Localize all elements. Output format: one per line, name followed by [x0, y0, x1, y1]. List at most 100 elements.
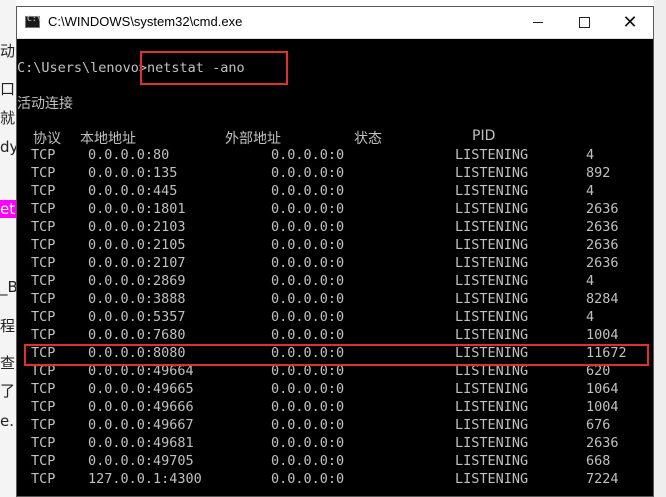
- cell-foreign: 0.0.0.0:0: [271, 417, 345, 433]
- cell-state: LISTENING: [455, 453, 529, 469]
- cell-pid: 4: [586, 273, 595, 289]
- background-text-fragment: 查: [0, 354, 16, 372]
- cell-local: 0.0.0.0:2869: [88, 273, 186, 289]
- cell-local: 0.0.0.0:135: [88, 165, 178, 181]
- cell-foreign: 0.0.0.0:0: [271, 435, 345, 451]
- cell-proto: TCP: [31, 273, 56, 289]
- table-row: TCP 0.0.0.0:49667 0.0.0.0:0 LISTENING 676: [17, 417, 653, 435]
- cell-local: 0.0.0.0:49705: [88, 453, 194, 469]
- cell-foreign: 0.0.0.0:0: [271, 219, 345, 235]
- cell-pid: 8284: [586, 291, 619, 307]
- table-row: TCP 0.0.0.0:49705 0.0.0.0:0 LISTENING 668: [17, 453, 653, 471]
- table-row: TCP 0.0.0.0:80 0.0.0.0:0 LISTENING 4: [17, 147, 653, 165]
- cell-pid: 2636: [586, 237, 619, 253]
- cell-pid: 1004: [586, 399, 619, 415]
- table-row: TCP 0.0.0.0:49681 0.0.0.0:0 LISTENING 2636: [17, 435, 653, 453]
- cell-pid: 4: [586, 147, 595, 163]
- close-button[interactable]: ✕: [607, 7, 653, 38]
- maximize-button[interactable]: [561, 7, 607, 38]
- cell-proto: TCP: [31, 381, 56, 397]
- table-row: TCP 0.0.0.0:5357 0.0.0.0:0 LISTENING 4: [17, 309, 653, 327]
- cell-pid: 1064: [586, 381, 619, 397]
- cell-pid: 676: [586, 417, 611, 433]
- command-highlight-box: [140, 51, 288, 85]
- cell-foreign: 0.0.0.0:0: [271, 147, 345, 163]
- cmd-window[interactable]: C:\ C:\WINDOWS\system32\cmd.exe ✕ C:\Use…: [16, 6, 654, 497]
- cell-pid: 7224: [586, 471, 619, 487]
- console-output[interactable]: C:\Users\lenovo>netstat -ano 活动连接 协议 本地地…: [17, 39, 653, 496]
- cell-pid: 2636: [586, 255, 619, 271]
- cell-state: LISTENING: [455, 273, 529, 289]
- minimize-button[interactable]: [515, 7, 561, 38]
- table-row: TCP 0.0.0.0:49665 0.0.0.0:0 LISTENING 1064: [17, 381, 653, 399]
- column-header-local-address: 本地地址: [80, 131, 136, 147]
- table-row: TCP 0.0.0.0:135 0.0.0.0:0 LISTENING 892: [17, 165, 653, 183]
- port-8080-highlight-box: [24, 344, 649, 366]
- cell-proto: TCP: [31, 165, 56, 181]
- cell-proto: TCP: [31, 327, 56, 343]
- cell-state: LISTENING: [455, 165, 529, 181]
- cell-foreign: 0.0.0.0:0: [271, 453, 345, 469]
- cell-proto: TCP: [31, 147, 56, 163]
- minimize-icon: [533, 22, 543, 23]
- cell-proto: TCP: [31, 435, 56, 451]
- cell-proto: TCP: [31, 255, 56, 271]
- cell-local: 0.0.0.0:1801: [88, 201, 186, 217]
- cell-state: LISTENING: [455, 417, 529, 433]
- cell-local: 0.0.0.0:49681: [88, 435, 194, 451]
- cell-foreign: 0.0.0.0:0: [271, 165, 345, 181]
- cell-proto: TCP: [31, 309, 56, 325]
- cell-state: LISTENING: [455, 237, 529, 253]
- cell-foreign: 0.0.0.0:0: [271, 183, 345, 199]
- cell-local: 127.0.0.1:4300: [88, 471, 202, 487]
- cell-pid: 4: [586, 309, 595, 325]
- table-row: TCP 127.0.0.1:4300 0.0.0.0:0 LISTENING 7224: [17, 471, 653, 489]
- cell-local: 0.0.0.0:49667: [88, 417, 194, 433]
- cell-pid: 4: [586, 183, 595, 199]
- cell-pid: 892: [586, 165, 611, 181]
- table-row: TCP 0.0.0.0:2107 0.0.0.0:0 LISTENING 2636: [17, 255, 653, 273]
- cell-foreign: 0.0.0.0:0: [271, 201, 345, 217]
- cell-state: LISTENING: [455, 255, 529, 271]
- table-row: TCP 0.0.0.0:7680 0.0.0.0:0 LISTENING 1004: [17, 327, 653, 345]
- column-header-pid: PID: [472, 128, 496, 144]
- cell-local: 0.0.0.0:2105: [88, 237, 186, 253]
- table-row: TCP 0.0.0.0:445 0.0.0.0:0 LISTENING 4: [17, 183, 653, 201]
- cell-proto: TCP: [31, 183, 56, 199]
- cell-local: 0.0.0.0:49666: [88, 399, 194, 415]
- cell-pid: 2636: [586, 435, 619, 451]
- cell-foreign: 0.0.0.0:0: [271, 471, 345, 487]
- cell-state: LISTENING: [455, 219, 529, 235]
- cell-local: 0.0.0.0:445: [88, 183, 178, 199]
- cell-local: 0.0.0.0:49665: [88, 381, 194, 397]
- column-header-protocol: 协议: [33, 131, 61, 147]
- column-header-state: 状态: [354, 131, 382, 147]
- background-text-fragment: 了: [0, 382, 16, 400]
- cell-proto: TCP: [31, 201, 56, 217]
- column-header-foreign-address: 外部地址: [225, 131, 281, 147]
- cell-proto: TCP: [31, 291, 56, 307]
- cell-local: 0.0.0.0:2103: [88, 219, 186, 235]
- background-text-fragment: 程: [0, 317, 16, 335]
- title-bar[interactable]: C:\ C:\WINDOWS\system32\cmd.exe ✕: [17, 7, 653, 39]
- cell-proto: TCP: [31, 219, 56, 235]
- cell-state: LISTENING: [455, 399, 529, 415]
- cell-state: LISTENING: [455, 381, 529, 397]
- console-app-icon[interactable]: C:\: [25, 14, 41, 28]
- cell-proto: TCP: [31, 237, 56, 253]
- cell-local: 0.0.0.0:2107: [88, 255, 186, 271]
- maximize-icon: [578, 17, 590, 28]
- cell-foreign: 0.0.0.0:0: [271, 309, 345, 325]
- cell-foreign: 0.0.0.0:0: [271, 255, 345, 271]
- window-title: C:\WINDOWS\system32\cmd.exe: [48, 14, 243, 29]
- cell-state: LISTENING: [455, 309, 529, 325]
- cell-foreign: 0.0.0.0:0: [271, 381, 345, 397]
- cell-proto: TCP: [31, 417, 56, 433]
- cell-state: LISTENING: [455, 471, 529, 487]
- cell-state: LISTENING: [455, 291, 529, 307]
- table-row: TCP 0.0.0.0:2105 0.0.0.0:0 LISTENING 2636: [17, 237, 653, 255]
- cell-local: 0.0.0.0:3888: [88, 291, 186, 307]
- cell-foreign: 0.0.0.0:0: [271, 237, 345, 253]
- cell-proto: TCP: [31, 399, 56, 415]
- cell-state: LISTENING: [455, 201, 529, 217]
